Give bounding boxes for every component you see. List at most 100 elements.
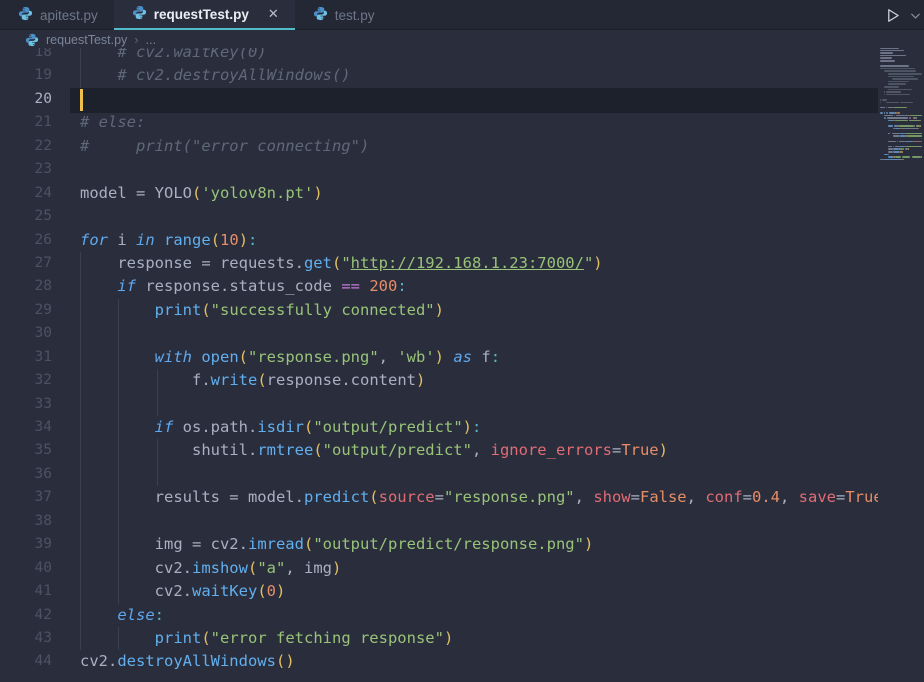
minimap-line xyxy=(880,52,893,54)
minimap-line xyxy=(886,112,888,114)
minimap-line xyxy=(888,151,892,153)
minimap-line xyxy=(888,76,914,78)
code-editor[interactable]: 18 # cv2.waitKey(0)19 # cv2.destroyAllWi… xyxy=(0,41,924,682)
python-file-icon xyxy=(132,5,147,23)
breadcrumb-more[interactable]: ... xyxy=(146,33,156,47)
line-number: 31 xyxy=(0,346,52,369)
code-line[interactable]: 34 if os.path.isdir("output/predict"): xyxy=(0,416,924,439)
close-tab-icon[interactable]: ✕ xyxy=(268,6,279,22)
minimap-line xyxy=(895,156,901,158)
minimap-line xyxy=(888,148,892,150)
indent-guide xyxy=(118,463,119,486)
code-line[interactable]: 28 if response.status_code == 200: xyxy=(0,275,924,298)
minimap-line xyxy=(886,102,899,104)
code-line[interactable]: 41 cv2.waitKey(0) xyxy=(0,580,924,603)
minimap-line xyxy=(888,89,912,91)
minimap-line xyxy=(880,68,915,70)
minimap-line xyxy=(905,141,912,143)
code-line[interactable]: 40 cv2.imshow("a", img) xyxy=(0,557,924,580)
line-number: 29 xyxy=(0,299,52,322)
code-line[interactable]: 27 response = requests.get("http://192.1… xyxy=(0,252,924,275)
tab-label: test.py xyxy=(335,8,375,23)
minimap-line xyxy=(893,146,894,148)
minimap-line xyxy=(887,117,908,119)
code-text: cv2.destroyAllWindows() xyxy=(80,650,295,673)
minimap-line xyxy=(880,65,909,67)
code-text: if os.path.isdir("output/predict"): xyxy=(80,416,481,439)
code-line[interactable]: 22# print("error connecting") xyxy=(0,135,924,158)
line-number: 44 xyxy=(0,650,52,673)
minimap-line xyxy=(888,154,889,156)
minimap-line xyxy=(900,102,913,104)
code-line[interactable]: 42 else: xyxy=(0,604,924,627)
minimap-line xyxy=(899,112,900,114)
code-text: with open("response.png", 'wb') as f: xyxy=(80,346,500,369)
tab-test[interactable]: test.py xyxy=(295,0,391,30)
line-number: 24 xyxy=(0,182,52,205)
minimap-line xyxy=(884,115,892,117)
minimap-line xyxy=(888,73,922,75)
tab-label: requestTest.py xyxy=(154,7,249,22)
code-text: img = cv2.imread("output/predict/respons… xyxy=(80,533,593,556)
minimap-line xyxy=(892,133,900,135)
minimap-line xyxy=(888,133,890,135)
minimap-line xyxy=(880,57,892,59)
minimap-line xyxy=(894,107,907,109)
minimap-line xyxy=(916,117,917,119)
minimap-line xyxy=(880,102,881,104)
code-line[interactable]: 37 results = model.predict(source="respo… xyxy=(0,486,924,509)
run-button[interactable] xyxy=(884,7,901,24)
code-text: cv2.imshow("a", img) xyxy=(80,557,341,580)
minimap-line xyxy=(893,151,900,153)
code-line[interactable]: 24model = YOLO('yolov8n.pt') xyxy=(0,182,924,205)
code-line[interactable]: 29 print("successfully connected") xyxy=(0,299,924,322)
code-line[interactable]: 23 xyxy=(0,158,924,181)
code-text: cv2.waitKey(0) xyxy=(80,580,285,603)
code-line[interactable]: 19 # cv2.destroyAllWindows() xyxy=(0,64,924,87)
code-text: f.write(response.content) xyxy=(80,369,425,392)
minimap-line xyxy=(888,81,909,83)
line-number: 36 xyxy=(0,463,52,486)
indent-guide xyxy=(118,322,119,345)
python-file-icon xyxy=(313,6,328,24)
code-text: # print("error connecting") xyxy=(80,135,369,158)
minimap-line xyxy=(884,117,886,119)
code-text: else: xyxy=(80,604,164,627)
minimap-line xyxy=(882,99,887,101)
code-line[interactable]: 44 cv2.destroyAllWindows() xyxy=(0,650,924,673)
tab-apitest[interactable]: apitest.py xyxy=(0,0,114,30)
indent-guide xyxy=(118,393,119,416)
minimap-line xyxy=(912,156,921,158)
minimap-line xyxy=(880,60,895,62)
minimap-line xyxy=(888,146,891,148)
minimap-line xyxy=(893,135,900,137)
minimap-line xyxy=(921,141,922,143)
line-number: 20 xyxy=(0,88,52,111)
tab-requesttest[interactable]: requestTest.py ✕ xyxy=(114,0,295,30)
breadcrumb[interactable]: requestTest.py › ... xyxy=(0,31,924,48)
line-number: 21 xyxy=(0,111,52,134)
minimap[interactable] xyxy=(878,41,924,682)
line-number: 33 xyxy=(0,393,52,416)
code-line[interactable]: 36 xyxy=(0,463,924,486)
code-line[interactable]: 39 img = cv2.imread("output/predict/resp… xyxy=(0,533,924,556)
code-line[interactable]: 31 with open("response.png", 'wb') as f: xyxy=(0,346,924,369)
line-number: 27 xyxy=(0,252,52,275)
code-line[interactable]: 38 xyxy=(0,510,924,533)
code-line[interactable]: 20 xyxy=(0,88,924,111)
code-line[interactable]: 30 xyxy=(0,322,924,345)
minimap-line xyxy=(896,115,905,117)
code-text: if response.status_code == 200: xyxy=(80,275,407,298)
code-line[interactable]: 43 print("error fetching response") xyxy=(0,627,924,650)
code-line[interactable]: 35 shutil.rmtree("output/predict", ignor… xyxy=(0,439,924,462)
code-line[interactable]: 26for i in range(10): xyxy=(0,229,924,252)
code-line[interactable]: 32 f.write(response.content) xyxy=(0,369,924,392)
code-line[interactable]: 21# else: xyxy=(0,111,924,134)
code-line[interactable]: 25 xyxy=(0,205,924,228)
code-line[interactable]: 33 xyxy=(0,393,924,416)
text-cursor xyxy=(80,89,83,111)
minimap-line xyxy=(880,50,904,52)
line-number: 26 xyxy=(0,229,52,252)
breadcrumb-file[interactable]: requestTest.py xyxy=(46,33,127,47)
chevron-down-icon[interactable] xyxy=(909,9,922,22)
